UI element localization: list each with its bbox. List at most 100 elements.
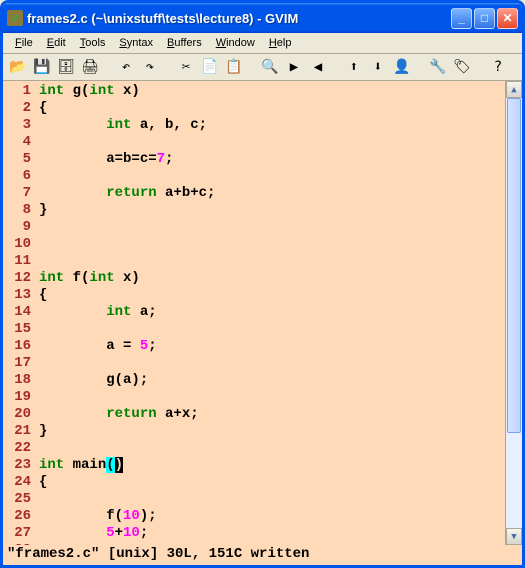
tag-icon[interactable]: 🏷 [453,58,471,76]
status-line: "frames2.c" [unix] 30L, 151C written [3,545,522,565]
window-title: frames2.c (~\unixstuff\tests\lecture8) -… [27,11,451,26]
line-number: 7 [7,185,31,202]
line-number: 23 [7,457,31,474]
save-icon[interactable]: 💾 [33,58,51,76]
line-number: 21 [7,423,31,440]
menu-file[interactable]: File [9,35,39,51]
code-line[interactable]: 22 [7,440,505,457]
scroll-thumb[interactable] [507,98,521,433]
minimize-button[interactable]: _ [451,8,472,29]
code-line[interactable]: 19 [7,389,505,406]
redo-icon[interactable]: ↷ [141,58,159,76]
close-button[interactable]: ✕ [497,8,518,29]
code-line[interactable]: 5 a=b=c=7; [7,151,505,168]
code-line[interactable]: 20 return a+x; [7,406,505,423]
menu-edit[interactable]: Edit [41,35,72,51]
code-line[interactable]: 24{ [7,474,505,491]
line-number: 1 [7,83,31,100]
code-line[interactable]: 23 int main() [7,457,505,474]
code-line[interactable]: 7 return a+b+c; [7,185,505,202]
copy-icon[interactable]: 📄 [201,58,219,76]
window-controls: _ □ ✕ [451,8,518,29]
open-icon[interactable]: 📂 [9,58,27,76]
line-content: int a; [39,304,157,321]
code-line[interactable]: 13{ [7,287,505,304]
make-icon[interactable]: 👤 [393,58,411,76]
code-line[interactable]: 3 int a, b, c; [7,117,505,134]
menu-tools[interactable]: Tools [74,35,112,51]
line-number: 15 [7,321,31,338]
code-line[interactable]: 12 int f(int x) [7,270,505,287]
code-editor[interactable]: 1int g(int x)2{3 int a, b, c;45 a=b=c=7;… [3,81,505,545]
print-icon[interactable]: 🖨 [81,58,99,76]
code-line[interactable]: 25 [7,491,505,508]
saveall-icon[interactable]: 🗄 [57,58,75,76]
cut-icon[interactable]: ✂ [177,58,195,76]
code-line[interactable]: 27 5+10; [7,525,505,542]
vertical-scrollbar[interactable]: ▲ ▼ [505,81,522,545]
code-line[interactable]: 6 [7,168,505,185]
line-number: 6 [7,168,31,185]
line-number: 20 [7,406,31,423]
undo-icon[interactable]: ↶ [117,58,135,76]
code-line[interactable]: 14 int a; [7,304,505,321]
line-content: f(10); [39,508,157,525]
line-content: { [39,287,47,304]
line-number: 2 [7,100,31,117]
toolbar: 📂 💾 🗄 🖨 ↶ ↷ ✂ 📄 📋 🔍 ▶ ◀ ⬆ ⬇ 👤 🔧 🏷? [3,54,522,81]
findprev-icon[interactable]: ◀ [309,58,327,76]
code-line[interactable]: 1int g(int x) [7,83,505,100]
code-line[interactable]: 21} [7,423,505,440]
code-line[interactable]: 18 g(a); [7,372,505,389]
line-number: 8 [7,202,31,219]
run-icon[interactable]: ⬇ [369,58,387,76]
scroll-up-button[interactable]: ▲ [506,81,522,98]
help-icon[interactable]: ? [489,58,507,76]
code-line[interactable]: 4 [7,134,505,151]
paste-icon[interactable]: 📋 [225,58,243,76]
menu-buffers[interactable]: Buffers [161,35,208,51]
menu-help[interactable]: Help [263,35,298,51]
line-number: 14 [7,304,31,321]
line-content: } [39,423,47,440]
code-line[interactable]: 26 f(10); [7,508,505,525]
line-content: { [39,474,47,491]
code-line[interactable]: 11 [7,253,505,270]
find-icon[interactable]: 🔍 [261,58,279,76]
line-number: 27 [7,525,31,542]
line-content: g(a); [39,372,148,389]
line-number: 22 [7,440,31,457]
line-content: a=b=c=7; [39,151,173,168]
line-content: int main() [39,457,123,474]
line-content: { [39,100,47,117]
line-content: return a+b+c; [39,185,215,202]
code-line[interactable]: 10 [7,236,505,253]
titlebar[interactable]: V frames2.c (~\unixstuff\tests\lecture8)… [3,3,522,33]
line-number: 10 [7,236,31,253]
editor-area: 1int g(int x)2{3 int a, b, c;45 a=b=c=7;… [3,81,522,545]
code-line[interactable]: 9 [7,219,505,236]
maximize-button[interactable]: □ [474,8,495,29]
code-line[interactable]: 17 [7,355,505,372]
code-line[interactable]: 16 a = 5; [7,338,505,355]
line-number: 5 [7,151,31,168]
load-icon[interactable]: ⬆ [345,58,363,76]
tools-icon[interactable]: 🔧 [429,58,447,76]
line-number: 12 [7,270,31,287]
line-content: int f(int x) [39,270,140,287]
menu-syntax[interactable]: Syntax [113,35,159,51]
app-window: V frames2.c (~\unixstuff\tests\lecture8)… [0,0,525,568]
code-line[interactable]: 8} [7,202,505,219]
menu-window[interactable]: Window [210,35,261,51]
scroll-down-button[interactable]: ▼ [506,528,522,545]
line-number: 26 [7,508,31,525]
code-line[interactable]: 2{ [7,100,505,117]
line-number: 11 [7,253,31,270]
code-line[interactable]: 15 [7,321,505,338]
findnext-icon[interactable]: ▶ [285,58,303,76]
app-icon: V [7,10,23,26]
line-number: 9 [7,219,31,236]
line-content: int a, b, c; [39,117,207,134]
line-number: 17 [7,355,31,372]
scroll-track[interactable] [506,98,522,528]
